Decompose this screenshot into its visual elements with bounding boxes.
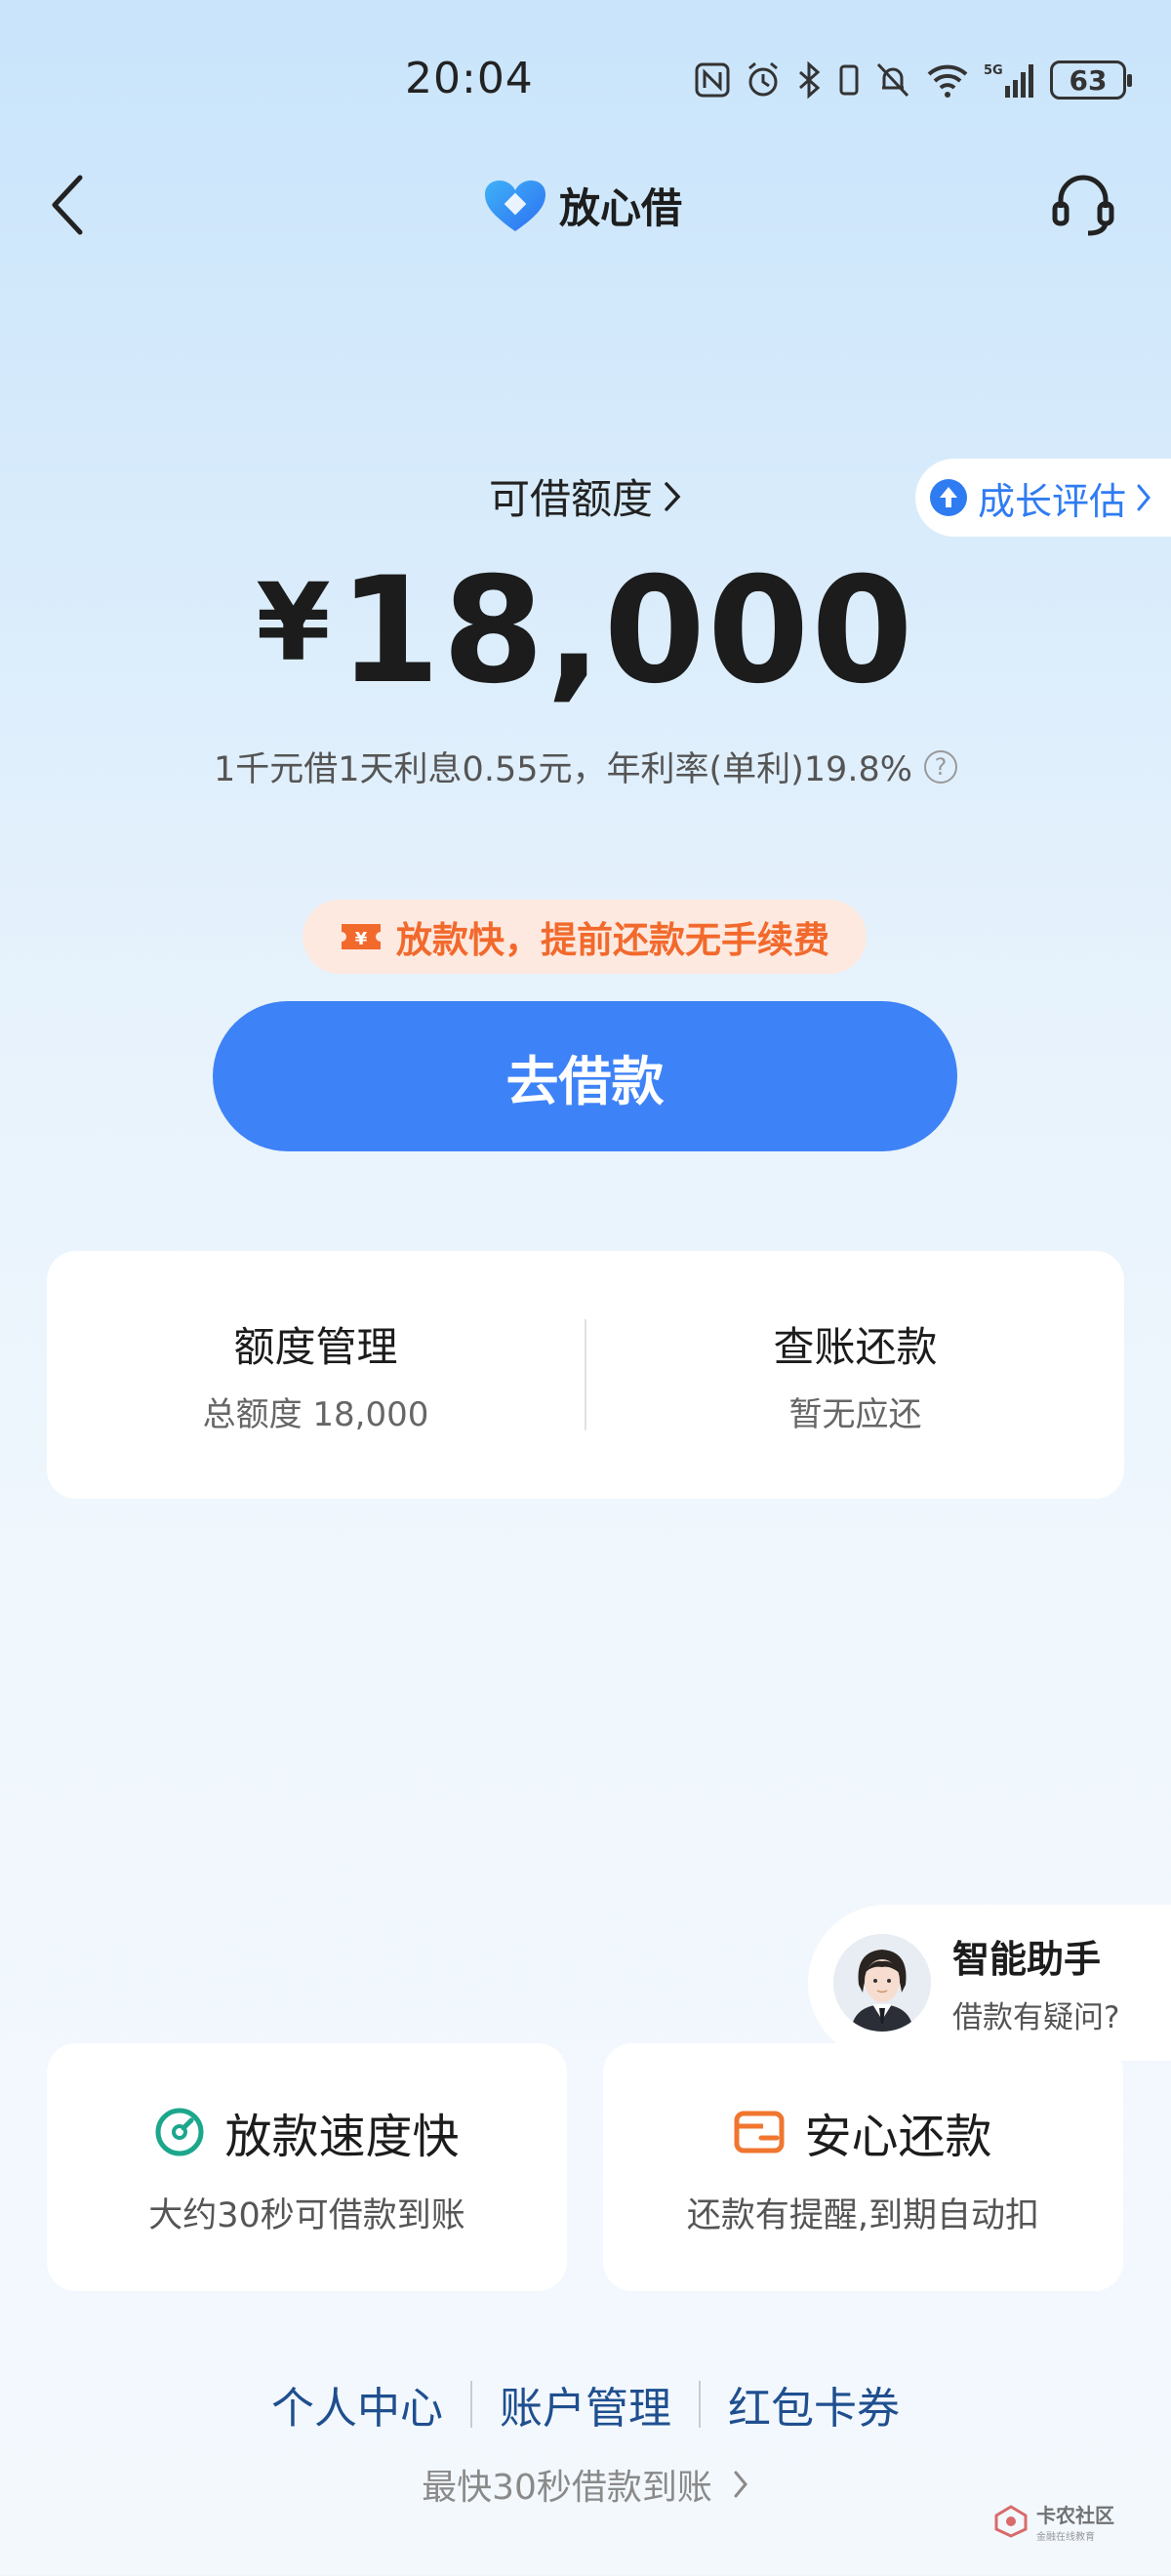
currency-symbol: ¥: [256, 560, 333, 685]
brand-name: 放心借: [559, 184, 683, 232]
watermark-sub: 金融在线教育: [1036, 2532, 1095, 2543]
watermark-text: 卡农社区 金融在线教育: [1036, 2500, 1114, 2543]
status-icons: 5G 63: [695, 60, 1132, 100]
smart-assistant[interactable]: 智能助手 借款有疑问?: [808, 1905, 1171, 2061]
bottom-links: 个人中心 账户管理 红包卡券: [0, 2373, 1171, 2435]
bill-repayment[interactable]: 查账还款 暂无应还: [586, 1251, 1124, 1499]
battery-icon: 63: [1050, 60, 1132, 100]
growth-evaluation-label: 成长评估: [978, 479, 1127, 523]
credit-amount: ¥18,000: [0, 546, 1171, 716]
help-icon[interactable]: ?: [923, 749, 957, 784]
assistant-sub: 借款有疑问?: [952, 2000, 1120, 2035]
bluetooth-icon: [799, 60, 821, 100]
growth-arrow-icon: [930, 479, 967, 516]
brand: 放心借: [483, 176, 682, 235]
link-coupons[interactable]: 红包卡券: [701, 2373, 927, 2435]
repay-title: 查账还款: [773, 1323, 938, 1371]
status-time: 20:04: [405, 54, 534, 103]
quota-sub: 总额度 18,000: [202, 1395, 429, 1434]
wallet-icon: [734, 2111, 785, 2153]
feature-fast-loan: 放款速度快 大约30秒可借款到账: [47, 2043, 567, 2291]
feature-sub: 还款有提醒,到期自动扣: [686, 2195, 1040, 2235]
borrow-button[interactable]: 去借款: [213, 1001, 957, 1151]
vibrate-icon: [839, 64, 859, 96]
assistant-avatar: [833, 1934, 931, 2032]
feature-head: 放款速度快: [154, 2098, 460, 2166]
wifi-icon: [927, 64, 968, 98]
signal-5g-icon: 5G: [984, 63, 1033, 98]
customer-service-icon[interactable]: [1049, 171, 1117, 243]
svg-text:¥: ¥: [355, 929, 368, 949]
chevron-right-icon: [665, 481, 681, 511]
alarm-icon: [748, 61, 778, 97]
feature-title: 放款速度快: [224, 2109, 460, 2164]
feature-safe-repay: 安心还款 还款有提醒,到期自动扣: [603, 2043, 1123, 2291]
feature-sub: 大约30秒可借款到账: [148, 2195, 465, 2235]
feature-title: 安心还款: [804, 2109, 992, 2164]
speed-gauge-icon: [155, 2108, 204, 2155]
repay-sub: 暂无应还: [788, 1395, 922, 1434]
coupon-icon: ¥: [342, 924, 381, 949]
growth-evaluation-button[interactable]: 成长评估: [915, 459, 1171, 537]
promo-text: 放款快，提前还款无手续费: [396, 919, 829, 961]
mute-icon: [876, 62, 909, 98]
tagline-text: 最快30秒借款到账: [422, 2468, 712, 2508]
account-card: 额度管理 总额度 18,000 查账还款 暂无应还: [47, 1251, 1124, 1499]
credit-amount-value: 18,000: [338, 546, 915, 716]
quota-title: 额度管理: [233, 1323, 398, 1371]
watermark-title: 卡农社区: [1036, 2504, 1114, 2527]
rate-text: 1千元借1天利息0.55元，年利率(单利)19.8%: [214, 750, 912, 789]
link-account-management[interactable]: 账户管理: [472, 2373, 699, 2435]
assistant-title: 智能助手: [952, 1938, 1102, 1981]
chevron-right-icon: [1137, 484, 1151, 511]
link-personal-center[interactable]: 个人中心: [244, 2373, 470, 2435]
svg-text:5G: 5G: [984, 63, 1003, 78]
assistant-text: 智能助手 借款有疑问?: [952, 1929, 1119, 2036]
quota-management[interactable]: 额度管理 总额度 18,000: [47, 1251, 585, 1499]
community-logo-icon: [994, 2505, 1028, 2538]
heart-logo-icon: [485, 180, 545, 231]
credit-label: 可借额度: [488, 475, 653, 523]
watermark: 卡农社区 金融在线教育: [993, 2500, 1114, 2543]
promo-badge: ¥ 放款快，提前还款无手续费: [303, 900, 867, 974]
nfc-icon: [695, 62, 730, 98]
back-icon[interactable]: [49, 174, 88, 240]
feature-head: 安心还款: [734, 2098, 992, 2166]
rate-info: 1千元借1天利息0.55元，年利率(单利)19.8% ?: [0, 742, 1171, 791]
chevron-right-icon: [734, 2471, 747, 2498]
